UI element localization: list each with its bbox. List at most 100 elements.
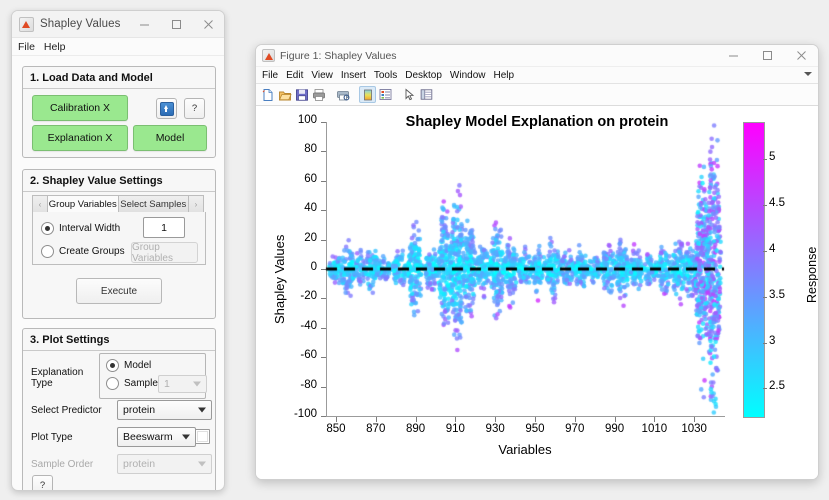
figure-menu-edit[interactable]: Edit xyxy=(286,70,303,81)
figure-menu-window[interactable]: Window xyxy=(450,70,486,81)
app-menubar: File Help xyxy=(12,38,224,56)
maximize-icon[interactable] xyxy=(160,11,192,37)
interval-width-input[interactable]: 1 xyxy=(143,217,185,238)
colorbar xyxy=(743,122,765,418)
load-upload-button[interactable] xyxy=(156,98,177,119)
plot-area: Shapley Model Explanation on protein -10… xyxy=(256,106,819,479)
chevron-down-icon xyxy=(198,407,206,413)
model-radio-label: Model xyxy=(124,360,152,371)
colorbar-tick-4.5 xyxy=(763,205,767,206)
figure-menu-tools[interactable]: Tools xyxy=(374,70,397,81)
close-icon[interactable] xyxy=(784,45,818,66)
figure-menubar: File Edit View Insert Tools Desktop Wind… xyxy=(256,66,818,84)
panel2-title: 2. Shapley Value Settings xyxy=(23,170,215,192)
colorbar-tick-label-4.5: 4.5 xyxy=(769,196,785,209)
panel1-title: 1. Load Data and Model xyxy=(23,67,215,89)
tab-select-samples[interactable]: Select Samples xyxy=(118,195,189,213)
app-title: Shapley Values xyxy=(40,18,121,30)
model-button[interactable]: Model xyxy=(133,125,207,151)
figure-window: Figure 1: Shapley Values File Edit View … xyxy=(255,44,819,480)
minimize-icon[interactable] xyxy=(128,11,160,37)
chevron-down-icon xyxy=(198,461,206,467)
colorbar-tick-5 xyxy=(763,159,767,160)
sample-radio[interactable] xyxy=(106,377,119,390)
colorbar-icon[interactable] xyxy=(359,86,376,103)
create-groups-label: Create Groups xyxy=(59,246,125,257)
execute-button[interactable]: Execute xyxy=(76,278,162,304)
menu-item-file[interactable]: File xyxy=(18,41,35,53)
sample-order-label: Sample Order xyxy=(31,459,94,470)
calibration-x-button[interactable]: Calibration X xyxy=(32,95,128,121)
figure-window-controls xyxy=(716,45,818,66)
create-groups-radio-row[interactable]: Create Groups xyxy=(41,245,125,258)
new-figure-icon[interactable] xyxy=(260,87,275,102)
panel-shapley-value-settings: 2. Shapley Value Settings ‹ Group Variab… xyxy=(22,169,216,319)
tab-group-variables[interactable]: Group Variables xyxy=(48,195,119,213)
screen: Shapley Values File Help 1. Load Data an… xyxy=(0,0,829,500)
colorbar-tick-2.5 xyxy=(763,388,767,389)
maximize-icon[interactable] xyxy=(750,45,784,66)
group-variables-tab-panel: Interval Width 1 Create Groups Group Var… xyxy=(32,212,206,265)
interval-width-radio[interactable] xyxy=(41,222,54,235)
select-predictor-label: Select Predictor xyxy=(31,405,102,416)
create-groups-radio[interactable] xyxy=(41,245,54,258)
sample-radio-row[interactable]: Sample xyxy=(106,377,158,390)
model-radio-row[interactable]: Model xyxy=(106,359,151,372)
chevron-down-icon xyxy=(182,434,190,440)
select-predictor-value: protein xyxy=(123,404,156,416)
settings-tabstrip: ‹ Group Variables Select Samples › xyxy=(32,195,204,213)
open-file-icon[interactable] xyxy=(277,87,292,102)
close-icon[interactable] xyxy=(192,11,224,37)
panel-plot-settings: 3. Plot Settings Explanation Type Model … xyxy=(22,328,216,490)
beeswarm-canvas xyxy=(256,106,818,479)
shapley-values-app-window: Shapley Values File Help 1. Load Data an… xyxy=(11,10,225,491)
figure-title: Figure 1: Shapley Values xyxy=(280,49,397,62)
colorbar-tick-label-3.5: 3.5 xyxy=(769,288,785,301)
colorbar-tick-label-3: 3 xyxy=(769,334,776,347)
menu-item-help[interactable]: Help xyxy=(44,41,66,53)
sample-index-dropdown[interactable]: 1 xyxy=(158,375,207,393)
colorbar-tick-label-2.5: 2.5 xyxy=(769,380,785,393)
matlab-figure-icon xyxy=(262,49,275,62)
property-inspector-icon[interactable] xyxy=(419,87,434,102)
upload-icon xyxy=(159,101,174,116)
plot-type-dropdown[interactable]: Beeswarm xyxy=(117,427,196,447)
figure-menu-desktop[interactable]: Desktop xyxy=(405,70,442,81)
figure-toolbar xyxy=(256,84,818,106)
group-variables-button[interactable]: Group Variables xyxy=(131,242,198,264)
sample-order-dropdown[interactable]: protein xyxy=(117,454,212,474)
figure-menu-insert[interactable]: Insert xyxy=(341,70,366,81)
y-axis-label: Shapley Values xyxy=(272,234,287,324)
interval-width-radio-row[interactable]: Interval Width xyxy=(41,222,120,235)
explanation-x-button[interactable]: Explanation X xyxy=(32,125,128,151)
colorbar-tick-label-4: 4 xyxy=(769,242,776,255)
figure-menu-help[interactable]: Help xyxy=(494,70,515,81)
figure-titlebar: Figure 1: Shapley Values xyxy=(256,45,818,66)
print-preview-icon[interactable] xyxy=(335,87,350,102)
colorbar-label: Response xyxy=(805,246,819,303)
save-figure-icon[interactable] xyxy=(294,87,309,102)
model-radio[interactable] xyxy=(106,359,119,372)
explanation-type-group: Model Sample 1 xyxy=(99,353,207,399)
matlab-app-icon xyxy=(19,16,34,32)
panel1-help-button[interactable]: ? xyxy=(184,98,205,119)
plot-type-label: Plot Type xyxy=(31,432,73,443)
legend-icon[interactable] xyxy=(378,87,393,102)
menu-overflow-icon[interactable] xyxy=(804,72,812,76)
select-predictor-dropdown[interactable]: protein xyxy=(117,400,212,420)
minimize-icon[interactable] xyxy=(716,45,750,66)
tab-next-arrow-icon[interactable]: › xyxy=(189,195,204,213)
panel3-help-button[interactable]: ? xyxy=(32,475,53,490)
sample-radio-label: Sample xyxy=(124,378,158,389)
plot-type-value: Beeswarm xyxy=(123,431,173,443)
print-figure-icon[interactable] xyxy=(311,87,326,102)
figure-menu-file[interactable]: File xyxy=(262,70,278,81)
colorbar-tick-3 xyxy=(763,343,767,344)
plot-type-checkbox[interactable] xyxy=(195,429,210,444)
pointer-icon[interactable] xyxy=(402,87,417,102)
tab-prev-arrow-icon[interactable]: ‹ xyxy=(32,195,48,213)
chevron-down-icon xyxy=(193,381,201,387)
app-titlebar: Shapley Values xyxy=(12,11,224,38)
explanation-type-label: Explanation Type xyxy=(31,367,84,389)
figure-menu-view[interactable]: View xyxy=(311,70,333,81)
